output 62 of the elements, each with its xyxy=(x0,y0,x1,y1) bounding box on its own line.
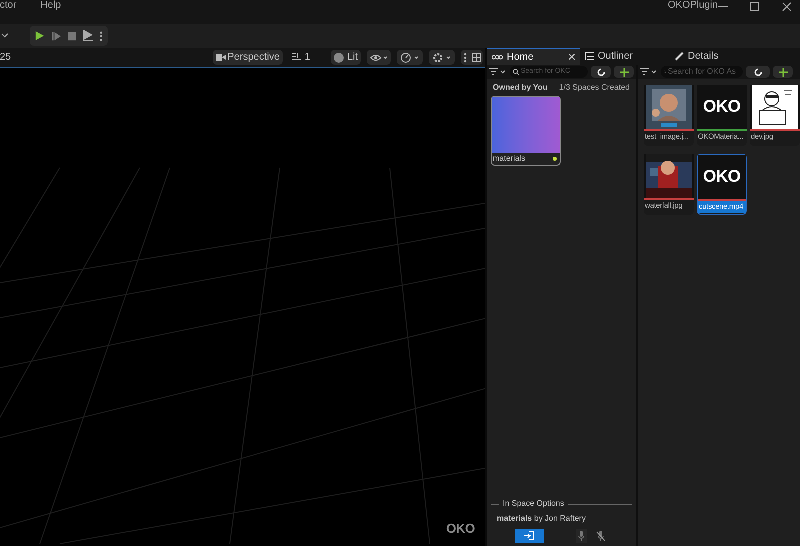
chain-icon xyxy=(492,54,503,60)
settings-dropdown[interactable] xyxy=(429,50,456,65)
close-icon[interactable] xyxy=(569,54,575,60)
play-icon[interactable] xyxy=(35,30,45,42)
view-mode-dropdown[interactable]: Perspective xyxy=(212,50,283,65)
list-icon xyxy=(585,52,594,61)
menu-item[interactable]: ctor xyxy=(0,0,17,12)
sphere-icon xyxy=(334,52,344,62)
menu-item[interactable]: Help xyxy=(40,0,62,12)
microphone-muted-icon xyxy=(596,530,606,542)
more-icon xyxy=(464,52,467,62)
space-owner-text: materials by Jon Raftery xyxy=(496,513,587,525)
more-button[interactable] xyxy=(461,50,484,65)
add-button[interactable] xyxy=(614,66,634,78)
layout-icon xyxy=(292,53,302,62)
panel-tab[interactable]: Outliner xyxy=(580,48,670,65)
maximize-icon[interactable] xyxy=(750,2,760,12)
viewport[interactable]: OKO xyxy=(0,68,486,546)
add-button[interactable] xyxy=(773,66,793,78)
camera-icon xyxy=(216,54,226,61)
realtime-dropdown[interactable] xyxy=(397,50,424,65)
eye-icon xyxy=(370,54,388,62)
layout-dropdown[interactable]: 1 xyxy=(288,50,314,65)
stop-icon[interactable] xyxy=(68,32,76,40)
space-name: materials xyxy=(493,153,526,165)
plus-icon xyxy=(620,68,628,76)
logo-text: OKO xyxy=(703,166,741,188)
exit-icon xyxy=(524,531,536,541)
microphone-icon xyxy=(578,531,585,541)
snap-dropdown[interactable]: 25 xyxy=(0,50,12,65)
lighting-dropdown[interactable]: Lit xyxy=(331,50,362,65)
plus-icon xyxy=(778,68,788,76)
app-title: OKOPlugin xyxy=(668,0,718,12)
leave-space-button[interactable] xyxy=(515,529,544,543)
search-icon xyxy=(513,68,520,76)
search-field[interactable]: Search for OKO As xyxy=(661,66,743,78)
pencil-icon xyxy=(675,52,684,61)
refresh-icon xyxy=(754,68,762,76)
mute-button[interactable] xyxy=(594,529,608,543)
more-icon[interactable] xyxy=(100,30,104,42)
grid-icon xyxy=(472,53,481,62)
step-icon[interactable] xyxy=(52,30,62,42)
panel-tab[interactable]: Home xyxy=(487,48,580,65)
spaces-count: 1/3 Spaces Created xyxy=(559,82,630,94)
eject-icon[interactable] xyxy=(83,30,94,42)
show-dropdown[interactable] xyxy=(367,50,392,65)
options-heading: In Space Options xyxy=(503,498,564,510)
space-card[interactable]: materials xyxy=(491,96,561,166)
caret-icon[interactable] xyxy=(1,33,9,39)
refresh-icon xyxy=(596,68,606,76)
filter-icon[interactable] xyxy=(489,68,507,76)
filter-icon[interactable] xyxy=(640,68,658,76)
close-icon[interactable] xyxy=(782,2,792,12)
gauge-icon xyxy=(400,52,420,62)
refresh-button[interactable] xyxy=(746,66,770,78)
watermark-logo: OKO xyxy=(446,520,476,538)
section-heading: Owned by You xyxy=(493,82,548,94)
microphone-button[interactable] xyxy=(576,529,587,543)
refresh-button[interactable] xyxy=(591,66,611,78)
logo-text: OKO xyxy=(703,96,741,118)
settings-icon xyxy=(432,52,452,62)
panel-tab[interactable]: Details xyxy=(670,48,800,65)
